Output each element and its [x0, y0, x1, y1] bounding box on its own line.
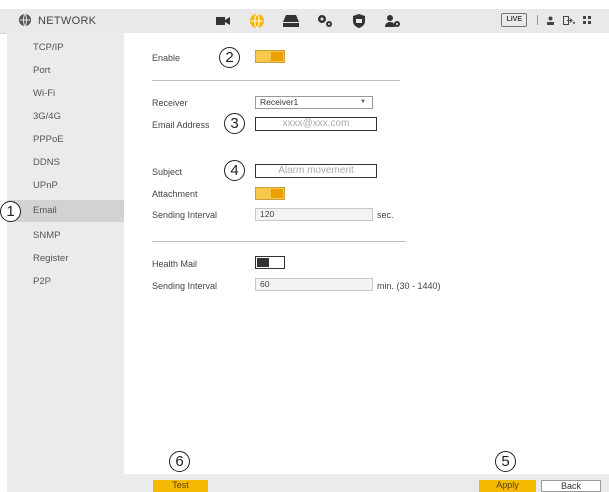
divider [152, 241, 406, 242]
health-mail-label: Health Mail [152, 259, 198, 269]
health-interval-unit: min. (30 - 1440) [377, 281, 441, 291]
storage-icon[interactable] [281, 11, 301, 31]
callout-2: 2 [219, 47, 240, 68]
apply-button[interactable]: Apply [479, 480, 536, 492]
back-button[interactable]: Back [541, 480, 601, 492]
top-bar: NETWORK LIVE [0, 9, 609, 34]
sidebar-item-wifi[interactable]: Wi-Fi [7, 83, 124, 105]
health-mail-toggle[interactable] [255, 256, 285, 269]
attachment-toggle[interactable] [255, 187, 285, 200]
receiver-select[interactable]: Receiver1 ▼ [255, 96, 373, 109]
sidebar-item-pppoe[interactable]: PPPoE [7, 129, 124, 151]
test-button[interactable]: Test [153, 480, 208, 492]
enable-toggle[interactable] [255, 50, 285, 63]
system-icon[interactable] [315, 11, 335, 31]
attachment-label: Attachment [152, 189, 198, 199]
chevron-down-icon: ▼ [360, 99, 366, 105]
top-right-controls: LIVE [501, 13, 599, 27]
logout-icon[interactable] [563, 15, 575, 25]
account-icon[interactable] [383, 11, 403, 31]
email-address-label: Email Address [152, 120, 210, 130]
live-button[interactable]: LIVE [501, 13, 527, 27]
security-icon[interactable] [349, 11, 369, 31]
page-title: NETWORK [18, 12, 96, 30]
sending-interval-input[interactable]: 120 [255, 208, 373, 221]
app-window: NETWORK LIVE TCP/IP Port Wi-Fi 3G/4G PPP… [0, 0, 609, 492]
sending-interval-label: Sending Interval [152, 210, 218, 220]
callout-5: 5 [495, 451, 516, 472]
sidebar-item-snmp[interactable]: SNMP [7, 225, 124, 247]
user-icon[interactable] [546, 16, 555, 25]
network-globe-icon [18, 13, 38, 30]
toggle-knob [257, 258, 269, 267]
callout-6: 6 [169, 451, 190, 472]
email-address-input[interactable]: xxxx@xxx.com [255, 117, 377, 131]
divider [537, 15, 538, 25]
sidebar-item-email[interactable]: Email [7, 200, 124, 222]
sidebar-item-port[interactable]: Port [7, 60, 124, 82]
sidebar-item-p2p[interactable]: P2P [7, 271, 124, 293]
camera-icon[interactable] [213, 11, 233, 31]
sidebar-item-tcpip[interactable]: TCP/IP [7, 37, 124, 59]
toggle-knob [271, 52, 283, 61]
receiver-value: Receiver1 [260, 97, 299, 107]
email-settings-panel: Enable Receiver Receiver1 ▼ Email Addres… [124, 33, 609, 492]
health-interval-label: Sending Interval [152, 281, 218, 291]
main-nav [213, 10, 417, 32]
callout-1: 1 [0, 201, 21, 222]
subject-input[interactable]: Alarm movement [255, 164, 377, 178]
page-title-text: NETWORK [38, 15, 97, 27]
sidebar: TCP/IP Port Wi-Fi 3G/4G PPPoE DDNS UPnP … [7, 33, 124, 492]
toggle-knob [271, 189, 283, 198]
divider [152, 80, 400, 81]
callout-4: 4 [224, 160, 245, 181]
network-icon[interactable] [247, 11, 267, 31]
receiver-label: Receiver [152, 98, 188, 108]
sidebar-item-upnp[interactable]: UPnP [7, 175, 124, 197]
grid-menu-icon[interactable] [583, 16, 591, 24]
enable-label: Enable [152, 53, 181, 63]
sidebar-item-ddns[interactable]: DDNS [7, 152, 124, 174]
health-interval-input[interactable]: 60 [255, 278, 373, 291]
callout-3: 3 [224, 113, 245, 134]
subject-label: Subject [152, 167, 183, 177]
sidebar-item-register[interactable]: Register [7, 248, 124, 270]
sidebar-item-3g4g[interactable]: 3G/4G [7, 106, 124, 128]
sending-interval-unit: sec. [377, 210, 394, 220]
